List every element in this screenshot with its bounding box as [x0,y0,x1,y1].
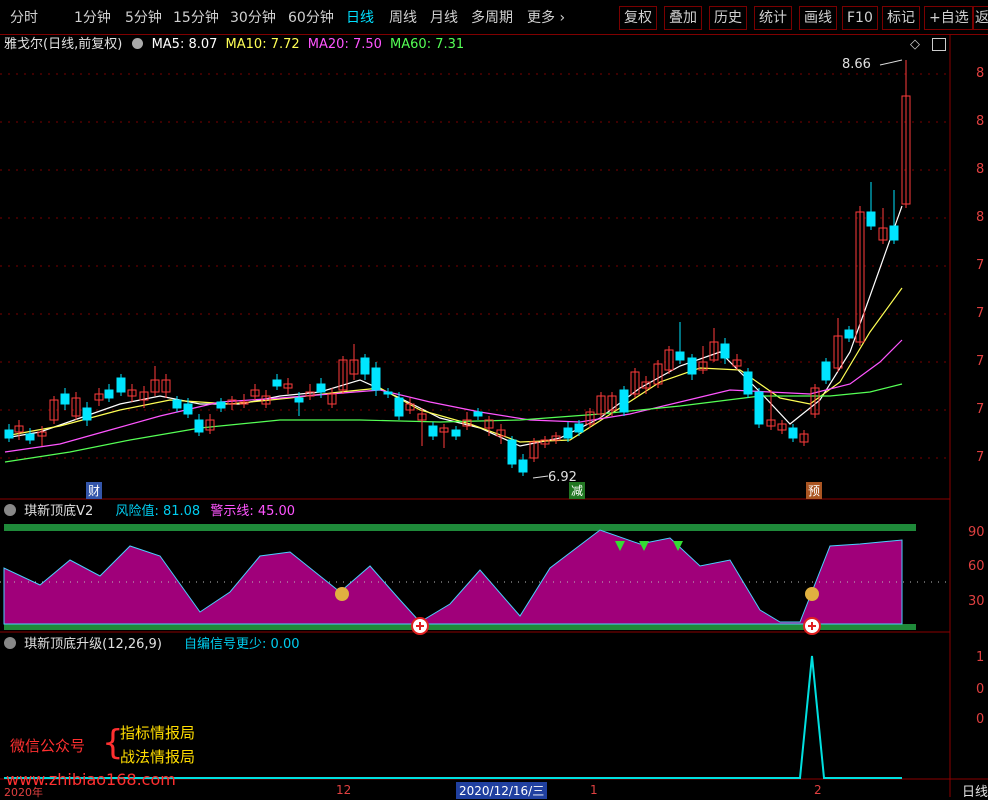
high-price-label: 8.66 [842,57,871,72]
candle-body [720,343,730,359]
candle-body [294,397,304,403]
signal-panel-header: 琪新顶底升级(12,26,9) 自编信号更少: 0.00 [4,636,300,654]
candle-body [116,377,126,393]
candle-body [844,329,854,339]
risk-indicator-panel [0,524,950,635]
candle-body [687,357,697,375]
diamond-icon[interactable]: ◇ [910,37,920,52]
risk-value: 风险值: 81.08 [115,504,201,519]
candle-body [4,429,14,439]
ma10-value: MA10: 7.72 [225,37,300,52]
period-corner-label: 日线 [962,785,988,800]
risk-panel-title: 琪新顶底V2 [24,504,94,519]
date-axis-label-2: 2 [814,783,822,797]
risk-axis-90: 90 [968,525,985,540]
window-toggle-icon[interactable] [932,38,946,51]
date-cursor-label: 2020/12/16/三 [456,782,548,799]
watermark-line2: 战法情报局 [120,748,196,766]
candle-body [82,407,92,421]
collapse-chevron-icon[interactable] [4,504,16,516]
money-bag-icon [335,587,349,601]
moving-average-lines [4,59,903,479]
ma10-line [4,287,903,443]
price-axis-label: 8 [976,114,985,129]
candle-body [183,403,193,415]
candle-body [754,391,764,425]
candle-body [518,459,528,473]
signal-value: 自编信号更少: 0.00 [184,637,300,652]
candle-body [866,211,876,227]
signal-axis-1: 1 [976,650,985,665]
candle-body [104,389,114,399]
risk-panel-header: 琪新顶底V2 风险值: 81.08 警示线: 45.00 [4,503,295,521]
candle-body [821,361,831,381]
candle-body [473,411,483,417]
candle-body [25,433,35,441]
event-marker-cai[interactable]: 财 [86,482,103,499]
risk-area [3,529,903,625]
price-axis-label: 8 [976,162,985,177]
watermark-line1: 指标情报局 [120,724,196,742]
risk-axis-30: 30 [968,594,985,609]
date-axis-label-12: 12 [336,783,352,797]
candle-body [889,225,899,241]
price-axis-label: 7 [976,258,985,273]
candle-body [574,423,584,433]
price-axis-label: 8 [976,66,985,81]
stock-title: 雅戈尔(日线,前复权) [4,37,123,52]
candle-body [619,389,629,413]
ma20-value: MA20: 7.50 [307,37,382,52]
low-pointer-line [532,475,549,479]
event-marker-yu[interactable]: 预 [806,482,823,499]
collapse-chevron-icon[interactable] [4,637,16,649]
money-bag-icon [805,587,819,601]
candle-body [394,397,404,417]
candle-body [383,391,393,395]
settings-circle-icon[interactable] [132,38,144,49]
wechat-label: 微信公众号 [10,737,86,755]
kline-chart[interactable] [0,0,988,797]
candle-body [451,429,461,437]
price-axis-label: 8 [976,210,985,225]
candle-body [743,371,753,395]
candle-body [60,393,70,405]
candle-body [788,427,798,439]
candle-body [194,419,204,433]
signal-axis-0b: 0 [976,712,985,727]
price-axis-label: 7 [976,306,985,321]
risk-upper-band [4,524,916,531]
signal-panel-title: 琪新顶底升级(12,26,9) [24,637,162,652]
risk-lower-band [4,624,916,630]
candle-body [371,367,381,391]
candle-body [507,439,517,465]
candle-body [316,383,326,393]
price-axis-label: 7 [976,354,985,369]
warn-value: 警示线: 45.00 [210,504,296,519]
stock-header: 雅戈尔(日线,前复权) MA5: 8.07 MA10: 7.72 MA20: 7… [4,36,464,54]
price-axis-label: 7 [976,450,985,465]
candle-body [216,401,226,409]
price-axis-label: 7 [976,402,985,417]
risk-axis-60: 60 [968,559,985,574]
signal-axis-0a: 0 [976,682,985,697]
candle-body [675,351,685,361]
date-axis-label-year: 2020年 [4,786,43,799]
event-marker-jian[interactable]: 减 [569,482,586,499]
ma60-value: MA60: 7.31 [390,37,465,52]
ma5-value: MA5: 8.07 [151,37,218,52]
candle-body [272,379,282,387]
candle-body [360,357,370,375]
candle-body [428,425,438,437]
date-axis-label-1: 1 [590,783,598,797]
candle-body [172,399,182,409]
candle-body [563,427,573,439]
ma5-line [4,205,903,447]
high-pointer-line [879,59,903,66]
